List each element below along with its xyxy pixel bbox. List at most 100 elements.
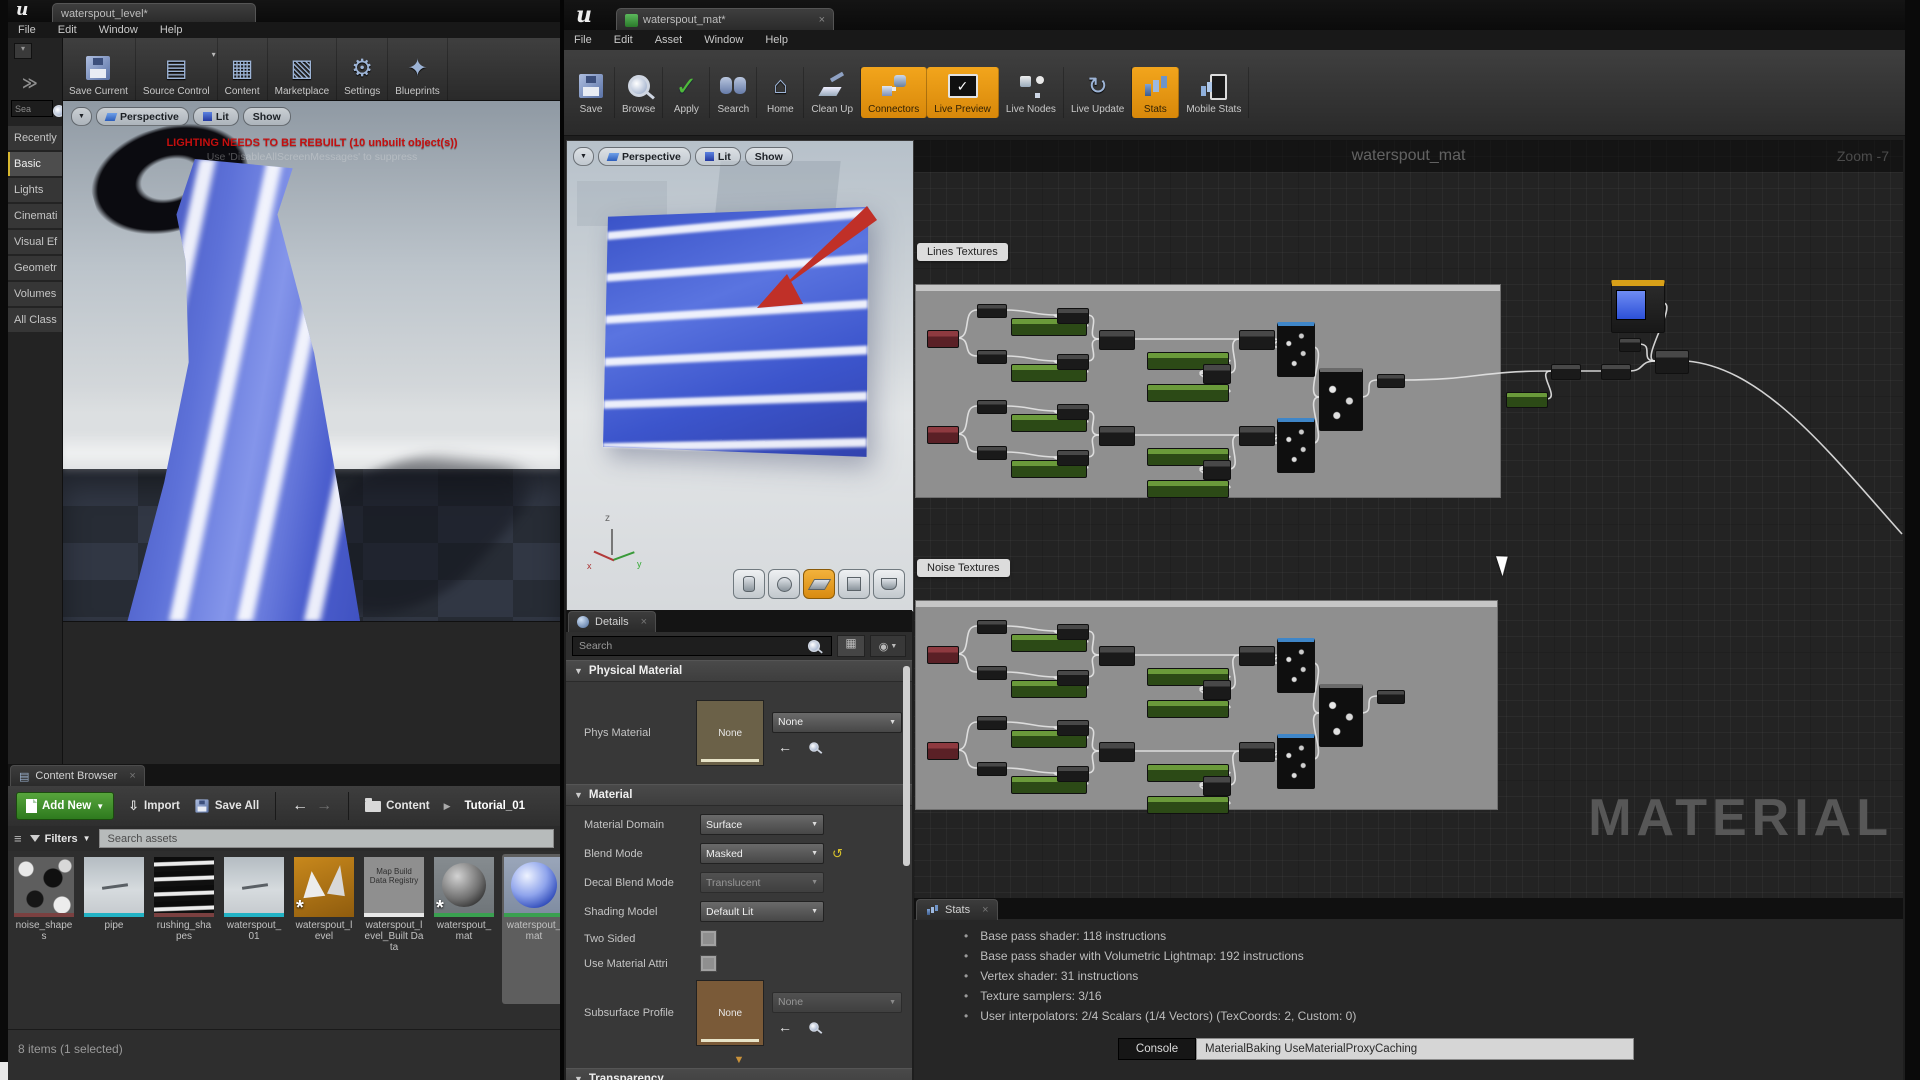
graph-node-g0_h0_red[interactable] bbox=[927, 330, 959, 348]
graph-node-g1_h0_dC[interactable] bbox=[1057, 624, 1089, 640]
list-view-icon[interactable]: ≡ bbox=[14, 831, 22, 846]
dropdown-shading-model[interactable]: Default Lit▼ bbox=[700, 901, 824, 922]
toolbar-mobile-stats[interactable]: Mobile Stats bbox=[1179, 67, 1249, 118]
toolbar-live-update[interactable]: ↻Live Update bbox=[1064, 67, 1132, 118]
menu-asset[interactable]: Asset bbox=[655, 34, 683, 46]
graph-node-g0_h0_dB[interactable] bbox=[977, 350, 1007, 364]
graph-node-g1_h0_merge[interactable] bbox=[1099, 646, 1135, 666]
tab-waterspout-level[interactable]: waterspout_level* bbox=[52, 3, 256, 23]
menu-edit[interactable]: Edit bbox=[58, 24, 77, 36]
graph-node-xR1[interactable] bbox=[1551, 364, 1581, 380]
tab-waterspout-mat[interactable]: waterspout_mat* × bbox=[616, 8, 834, 31]
close-icon[interactable]: × bbox=[129, 770, 135, 782]
toolbar-source-control[interactable]: ▤▾Source Control bbox=[136, 38, 218, 100]
use-selected-arrow-icon[interactable]: ← bbox=[778, 739, 792, 755]
sidebar-item-recently[interactable]: Recently bbox=[8, 126, 62, 150]
graph-node-g1_h0_gM2[interactable] bbox=[1147, 700, 1229, 718]
toolbar-stats[interactable]: Stats bbox=[1132, 67, 1179, 118]
viewport-options-dropdown[interactable]: ▼ bbox=[573, 147, 594, 166]
menu-file[interactable]: File bbox=[18, 24, 36, 36]
graph-node-greenR[interactable] bbox=[1506, 392, 1548, 408]
graph-node-g0_h1_gM2[interactable] bbox=[1147, 480, 1229, 498]
graph-node-g0_h1_red[interactable] bbox=[927, 426, 959, 444]
dropdown-subsurface-profile[interactable]: None▼ bbox=[772, 992, 902, 1013]
breadcrumb-tutorial-01[interactable]: Tutorial_01 bbox=[465, 800, 526, 812]
sidebar-item-cinemati[interactable]: Cinemati bbox=[8, 204, 62, 228]
graph-node-g0_h1_merge[interactable] bbox=[1099, 426, 1135, 446]
toolbar-save-current[interactable]: Save Current bbox=[62, 38, 136, 100]
dropdown-phys-material[interactable]: None▼ bbox=[772, 712, 902, 733]
expand-section-arrow[interactable]: ▼ bbox=[566, 1054, 912, 1068]
sidebar-item-volumes[interactable]: Volumes bbox=[8, 282, 62, 306]
graph-node-g0_h1_dA[interactable] bbox=[977, 400, 1007, 414]
graph-node-g0_h0_tex[interactable] bbox=[1277, 322, 1315, 377]
show-button[interactable]: Show bbox=[745, 147, 793, 166]
translate-gizmo-arrow[interactable] bbox=[717, 196, 887, 326]
menu-file[interactable]: File bbox=[574, 34, 592, 46]
console-input[interactable]: MaterialBaking UseMaterialProxyCaching bbox=[1196, 1038, 1634, 1060]
tab-details[interactable]: Details × bbox=[568, 611, 656, 632]
toolbar-live-nodes[interactable]: Live Nodes bbox=[999, 67, 1064, 118]
section-physical-material[interactable]: ▼Physical Material bbox=[566, 660, 912, 682]
back-arrow-icon[interactable]: ← bbox=[292, 797, 308, 815]
viewport-options-dropdown[interactable]: ▼ bbox=[71, 107, 92, 126]
browse-asset-icon[interactable] bbox=[809, 1022, 819, 1032]
graph-node-g0_h1_dC[interactable] bbox=[1057, 404, 1089, 420]
graph-node-smallT[interactable] bbox=[1619, 338, 1641, 352]
show-button[interactable]: Show bbox=[243, 107, 291, 126]
close-icon[interactable]: × bbox=[982, 904, 988, 916]
material-preview-viewport[interactable]: z x y ▼ Perspective Lit Show bbox=[566, 140, 914, 612]
toolbar-home[interactable]: ⌂Home bbox=[757, 67, 804, 118]
property-matrix-icon[interactable]: ▦ bbox=[837, 635, 865, 657]
asset-item-waterspout-level-built-data[interactable]: Map Build Data Registrywaterspout_level_… bbox=[362, 854, 426, 1004]
sidebar-item-lights[interactable]: Lights bbox=[8, 178, 62, 202]
tab-content-browser[interactable]: ▤ Content Browser × bbox=[10, 765, 145, 786]
graph-node-g0_h1_tex[interactable] bbox=[1277, 418, 1315, 473]
graph-node-g1_h0_dF[interactable] bbox=[1239, 646, 1275, 666]
asset-picker-thumbnail[interactable]: None bbox=[696, 980, 764, 1046]
perspective-button[interactable]: Perspective bbox=[96, 107, 189, 126]
graph-node-g1_h1_red[interactable] bbox=[927, 742, 959, 760]
search-assets-input[interactable]: Search assets bbox=[99, 829, 554, 848]
dropdown-material-domain[interactable]: Surface▼ bbox=[700, 814, 824, 835]
graph-node-bparam[interactable] bbox=[1611, 280, 1665, 333]
dropdown-caret-icon[interactable]: ▾ bbox=[212, 50, 216, 59]
comment-label-lines-textures[interactable]: Lines Textures bbox=[917, 243, 1008, 261]
graph-node-g0_h1_dF[interactable] bbox=[1239, 426, 1275, 446]
toolbar-marketplace[interactable]: ▧Marketplace bbox=[268, 38, 337, 100]
graph-node-g1_h0_dE[interactable] bbox=[1203, 680, 1231, 700]
graph-node-g0_h0_dF[interactable] bbox=[1239, 330, 1275, 350]
material-graph-canvas[interactable]: waterspout_mat Zoom -7 MATERIAL Lines Te… bbox=[914, 140, 1903, 898]
menu-edit[interactable]: Edit bbox=[614, 34, 633, 46]
graph-node-g1_blend[interactable] bbox=[1319, 684, 1363, 747]
section-transparency[interactable]: ▼Transparency bbox=[566, 1068, 912, 1080]
toolbar-apply[interactable]: ✓Apply bbox=[663, 67, 710, 118]
details-scrollbar[interactable] bbox=[903, 666, 910, 866]
close-icon[interactable]: × bbox=[819, 14, 825, 26]
section-material[interactable]: ▼Material bbox=[566, 784, 912, 806]
tab-stats[interactable]: Stats × bbox=[916, 899, 998, 920]
sidebar-item-all-class[interactable]: All Class bbox=[8, 308, 62, 332]
lit-button[interactable]: Lit bbox=[695, 147, 741, 166]
material-editor-titlebar[interactable]: u waterspout_mat* × bbox=[564, 0, 1905, 30]
add-new-button[interactable]: Add New ▼ bbox=[16, 792, 114, 820]
graph-node-g1_h1_tex[interactable] bbox=[1277, 734, 1315, 789]
graph-node-g1_h1_dB[interactable] bbox=[977, 762, 1007, 776]
asset-item-noise-shapes[interactable]: noise_shapes bbox=[12, 854, 76, 1004]
asset-item-pipe[interactable]: pipe bbox=[82, 854, 146, 1004]
graph-node-g1_h1_dC[interactable] bbox=[1057, 720, 1089, 736]
graph-node-g1_h1_dA[interactable] bbox=[977, 716, 1007, 730]
graph-node-junct[interactable] bbox=[1655, 350, 1689, 374]
menu-help[interactable]: Help bbox=[765, 34, 788, 46]
details-search-input[interactable]: Search bbox=[572, 636, 832, 656]
toolbar-search[interactable]: Search bbox=[710, 67, 757, 118]
graph-node-g0_h1_dB[interactable] bbox=[977, 446, 1007, 460]
graph-node-g1_h1_merge[interactable] bbox=[1099, 742, 1135, 762]
graph-node-g1_h0_red[interactable] bbox=[927, 646, 959, 664]
view-options-eye-icon[interactable]: ◉▼ bbox=[870, 635, 906, 657]
filters-button[interactable]: Filters ▼ bbox=[30, 833, 91, 845]
graph-node-g0_h0_dD[interactable] bbox=[1057, 354, 1089, 370]
reset-to-default-icon[interactable]: ↺ bbox=[832, 846, 843, 862]
graph-node-g1_h0_dB[interactable] bbox=[977, 666, 1007, 680]
toolbar-live-preview[interactable]: ✓Live Preview bbox=[927, 67, 999, 118]
